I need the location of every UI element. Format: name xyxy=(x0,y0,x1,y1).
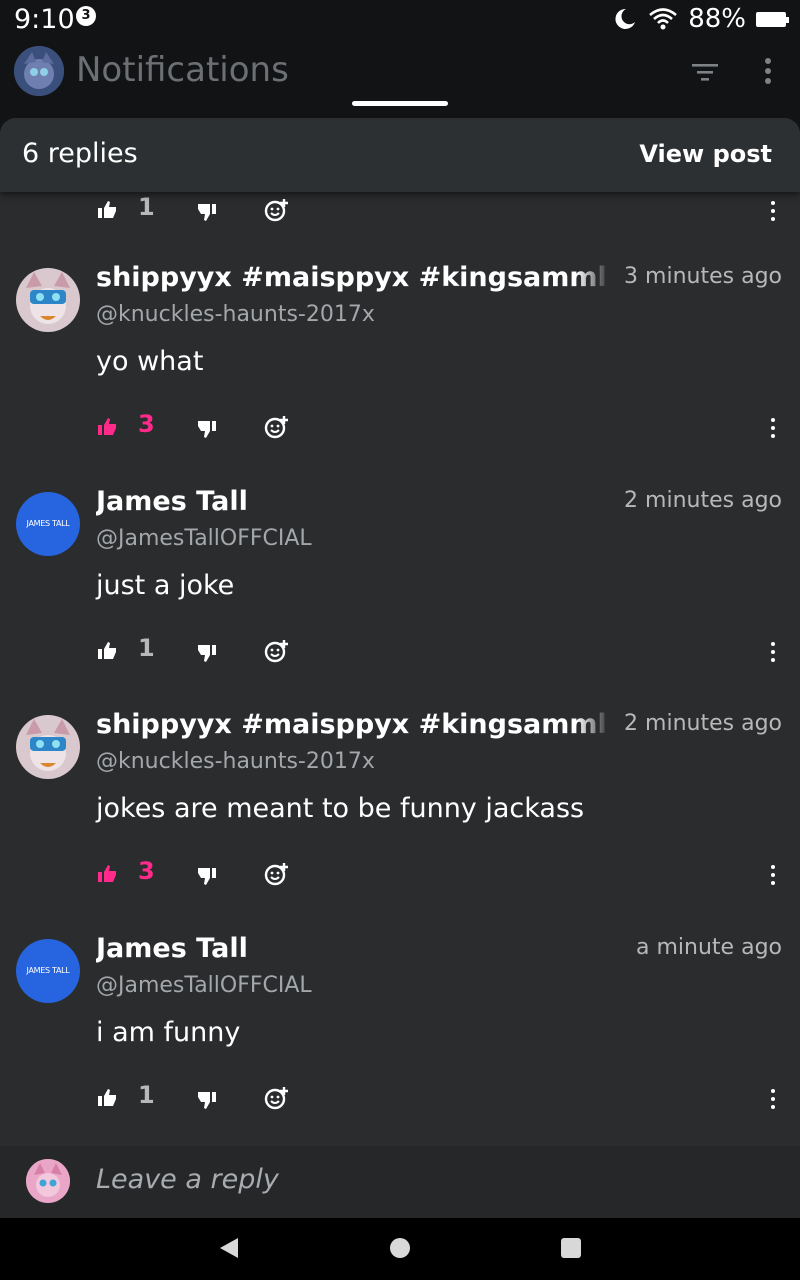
comment-handle[interactable]: @knuckles-haunts-2017x xyxy=(96,302,375,327)
author-avatar[interactable] xyxy=(16,715,80,779)
recent-apps-icon[interactable] xyxy=(561,1238,581,1258)
page-title: Notifications xyxy=(76,50,289,90)
comment-handle[interactable]: @JamesTallOFFCIAL xyxy=(96,973,312,998)
comment-more-icon[interactable] xyxy=(764,416,782,440)
back-icon[interactable] xyxy=(218,1236,240,1260)
app-header: Notifications xyxy=(0,40,800,120)
like-count: 1 xyxy=(138,1081,155,1109)
author-fade xyxy=(576,264,610,300)
comment-item: shippyyx #maisppyx #kingsammloth 3 minut… xyxy=(0,262,800,488)
comment-actions: 1 xyxy=(0,632,800,672)
avatar-text: JAMES TALL xyxy=(26,519,70,528)
comment-body: yo what xyxy=(96,346,204,377)
app-avatar[interactable] xyxy=(14,46,64,96)
author-fade xyxy=(576,488,610,524)
add-reaction-icon[interactable] xyxy=(264,638,290,664)
user-avatar xyxy=(26,1159,70,1203)
comment-body: jokes are meant to be funny jackass xyxy=(96,793,585,824)
like-count: 1 xyxy=(138,193,155,221)
status-bar: 9:10 3 88% xyxy=(0,0,800,40)
comment-handle[interactable]: @JamesTallOFFCIAL xyxy=(96,526,312,551)
reply-bar xyxy=(0,1146,800,1218)
add-reaction-icon[interactable] xyxy=(264,1085,290,1111)
reply-input[interactable] xyxy=(96,1164,696,1195)
comment-item: shippyyx #maisppyx #kingsammloth 2 minut… xyxy=(0,709,800,935)
view-post-button[interactable]: View post xyxy=(639,140,772,168)
comment-more-icon[interactable] xyxy=(764,1087,782,1111)
previous-comment-actions: 1 xyxy=(0,191,800,231)
author-fade xyxy=(576,935,610,971)
comment-timestamp: 3 minutes ago xyxy=(624,264,782,289)
comment-item: JAMES TALL James Tall a minute ago @Jame… xyxy=(0,933,800,1159)
comment-more-icon[interactable] xyxy=(764,640,782,664)
thumbs-up-icon[interactable] xyxy=(96,640,118,662)
thumbs-down-icon[interactable] xyxy=(196,1089,218,1111)
anime-avatar-image xyxy=(16,268,80,332)
anime-avatar-image xyxy=(14,46,64,96)
more-options-icon[interactable] xyxy=(758,56,778,86)
thumbs-up-icon[interactable] xyxy=(96,1087,118,1109)
home-icon[interactable] xyxy=(390,1238,410,1258)
add-reaction-icon[interactable] xyxy=(264,197,290,223)
comment-author[interactable]: shippyyx #maisppyx #kingsammloth xyxy=(96,709,608,740)
comment-item: JAMES TALL James Tall 2 minutes ago @Jam… xyxy=(0,486,800,712)
thumbs-down-icon[interactable] xyxy=(196,642,218,664)
thumbs-down-icon[interactable] xyxy=(196,201,218,223)
like-count: 3 xyxy=(138,857,155,885)
comment-timestamp: 2 minutes ago xyxy=(624,488,782,513)
moon-icon xyxy=(615,8,636,29)
comment-more-icon[interactable] xyxy=(764,199,782,223)
replies-sheet: 6 replies View post 1 shippyyx #maisppyx… xyxy=(0,118,800,1218)
comment-handle[interactable]: @knuckles-haunts-2017x xyxy=(96,749,375,774)
avatar-text: JAMES TALL xyxy=(26,966,70,975)
like-count: 3 xyxy=(138,410,155,438)
comment-author[interactable]: James Tall xyxy=(96,933,608,964)
author-avatar[interactable]: JAMES TALL xyxy=(16,939,80,1003)
comment-body: just a joke xyxy=(96,570,235,601)
thumbs-down-icon[interactable] xyxy=(196,418,218,440)
wifi-icon xyxy=(649,8,678,30)
comment-body: i am funny xyxy=(96,1017,241,1048)
status-time: 9:10 xyxy=(14,4,75,35)
comment-actions: 3 xyxy=(0,408,800,448)
comment-timestamp: 2 minutes ago xyxy=(624,711,782,736)
comment-timestamp: a minute ago xyxy=(636,935,782,960)
anime-avatar-image xyxy=(16,715,80,779)
author-avatar[interactable] xyxy=(16,268,80,332)
replies-count: 6 replies xyxy=(22,138,138,169)
thumbs-up-icon[interactable] xyxy=(96,416,118,438)
notification-count-badge: 3 xyxy=(76,6,96,26)
thumbs-down-icon[interactable] xyxy=(196,865,218,887)
comment-actions: 1 xyxy=(0,1079,800,1119)
author-avatar[interactable]: JAMES TALL xyxy=(16,492,80,556)
add-reaction-icon[interactable] xyxy=(264,861,290,887)
thumbs-up-icon[interactable] xyxy=(96,863,118,885)
comment-actions: 3 xyxy=(0,855,800,895)
thumbs-up-icon[interactable] xyxy=(96,199,118,221)
battery-percentage: 88% xyxy=(688,4,746,34)
system-nav-bar xyxy=(0,1218,800,1280)
comment-more-icon[interactable] xyxy=(764,863,782,887)
filter-icon[interactable] xyxy=(690,60,720,84)
like-count: 1 xyxy=(138,634,155,662)
sheet-drag-handle[interactable] xyxy=(352,101,448,106)
status-icons: 88% xyxy=(612,4,789,34)
comment-author[interactable]: shippyyx #maisppyx #kingsammloth xyxy=(96,262,608,293)
comment-author[interactable]: James Tall xyxy=(96,486,608,517)
author-fade xyxy=(576,711,610,747)
user-avatar-image xyxy=(26,1159,70,1203)
add-reaction-icon[interactable] xyxy=(264,414,290,440)
sheet-header: 6 replies View post xyxy=(0,118,800,192)
battery-icon xyxy=(756,11,789,27)
